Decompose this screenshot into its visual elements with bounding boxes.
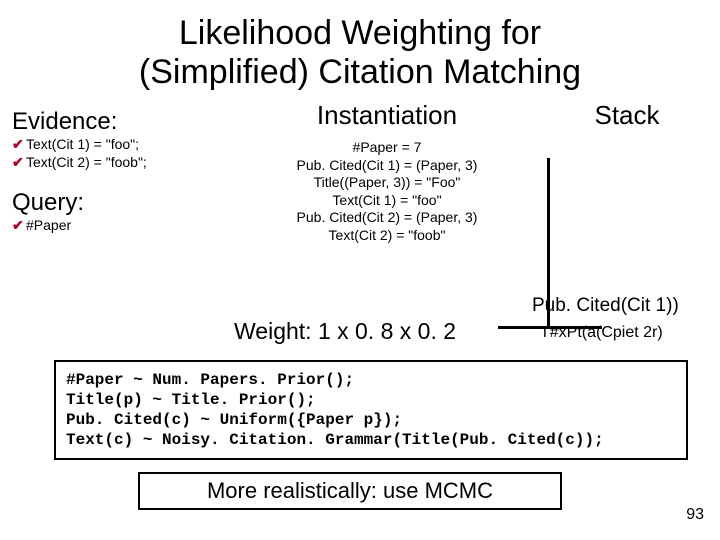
inst-line-4: Text(Cit 1) = "foo" — [232, 192, 542, 210]
check-icon: ✔ — [12, 217, 24, 235]
evidence-text-2: Text(Cit 2) = "foob"; — [26, 154, 147, 170]
page-number: 93 — [686, 506, 704, 524]
mcmc-note-box: More realistically: use MCMC — [138, 472, 562, 510]
evidence-item-2: ✔Text(Cit 2) = "foob"; — [12, 154, 232, 172]
check-icon: ✔ — [12, 154, 24, 172]
query-header: Query: — [12, 189, 232, 217]
columns: Evidence: ✔Text(Cit 1) = "foo"; ✔Text(Ci… — [0, 100, 720, 244]
weight-note: T#xPt(a(Cpiet 2r) — [540, 324, 690, 342]
title-line-1: Likelihood Weighting for — [179, 14, 541, 52]
code-line-4: Text(c) ~ Noisy. Citation. Grammar(Title… — [66, 430, 676, 450]
inst-line-1: #Paper = 7 — [232, 139, 542, 157]
instantiation-list: #Paper = 7 Pub. Cited(Cit 1) = (Paper, 3… — [232, 139, 542, 244]
middle-column: Instantiation #Paper = 7 Pub. Cited(Cit … — [232, 100, 542, 244]
code-line-2: Title(p) ~ Title. Prior(); — [66, 390, 676, 410]
right-column: Stack — [542, 100, 712, 244]
evidence-text-1: Text(Cit 1) = "foo"; — [26, 136, 139, 152]
weight-text: Weight: 1 x 0. 8 x 0. 2 — [234, 318, 456, 345]
evidence-item-1: ✔Text(Cit 1) = "foo"; — [12, 136, 232, 154]
title-line-2: (Simplified) Citation Matching — [139, 53, 581, 91]
query-item: ✔#Paper — [12, 217, 232, 235]
inst-line-2: Pub. Cited(Cit 1) = (Paper, 3) — [232, 157, 542, 175]
model-code-box: #Paper ~ Num. Papers. Prior(); Title(p) … — [54, 360, 688, 460]
stack-header: Stack — [542, 100, 712, 131]
code-line-1: #Paper ~ Num. Papers. Prior(); — [66, 370, 676, 390]
inst-line-5: Pub. Cited(Cit 2) = (Paper, 3) — [232, 209, 542, 227]
check-icon: ✔ — [12, 136, 24, 154]
inst-line-3: Title((Paper, 3)) = "Foo" — [232, 174, 542, 192]
query-text: #Paper — [26, 217, 71, 233]
instantiation-header: Instantiation — [232, 100, 542, 131]
stack-overlay-text: Pub. Cited(Cit 1)) — [532, 295, 692, 317]
code-line-3: Pub. Cited(c) ~ Uniform({Paper p}); — [66, 410, 676, 430]
slide-title: Likelihood Weighting for (Simplified) Ci… — [0, 0, 720, 92]
inst-line-6: Text(Cit 2) = "foob" — [232, 227, 542, 245]
left-column: Evidence: ✔Text(Cit 1) = "foo"; ✔Text(Ci… — [0, 100, 232, 244]
evidence-header: Evidence: — [12, 108, 232, 136]
